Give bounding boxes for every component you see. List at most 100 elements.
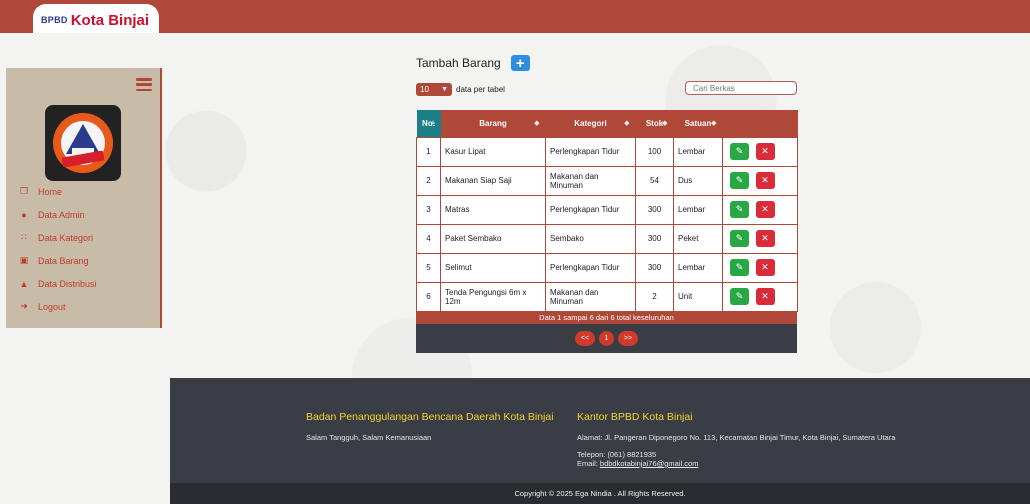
copyright: Copyright © 2025 Ega Nindia . All Rights…	[170, 483, 1030, 504]
sidebar: ❒ Home ● Data Admin ∷ Data Kategori ▣ Da…	[6, 68, 162, 328]
user-tie-icon: ▲	[19, 278, 29, 289]
cell-delete: ✕	[754, 194, 798, 225]
table-row: 6 Tenda Pengungsi 6m x 12m Makanan dan M…	[416, 281, 798, 312]
cell-barang: Matras	[440, 194, 546, 225]
edit-icon: ✎	[735, 291, 744, 301]
cell-no: 4	[416, 223, 441, 254]
close-icon: ✕	[761, 233, 769, 243]
sidebar-item-logout[interactable]: ➜ Logout	[6, 295, 162, 318]
pagination: << 1 >>	[416, 323, 797, 353]
cell-barang: Makanan Siap Saji	[440, 165, 546, 196]
column-header-stok[interactable]: Stok ◆	[635, 110, 674, 137]
edit-icon: ✎	[735, 204, 744, 214]
sidebar-item-label: Data Admin	[38, 209, 85, 220]
brand-logo[interactable]: BPBD Kota Binjai	[33, 4, 160, 33]
cell-edit: ✎	[722, 165, 755, 196]
delete-button[interactable]: ✕	[755, 201, 775, 218]
sidebar-item-home[interactable]: ❒ Home	[6, 180, 162, 203]
cell-edit: ✎	[722, 194, 755, 225]
table-row: 3 Matras Perlengkapan Tidur 300 Lembar ✎…	[416, 194, 798, 225]
delete-button[interactable]: ✕	[755, 172, 775, 189]
sidebar-nav: ❒ Home ● Data Admin ∷ Data Kategori ▣ Da…	[6, 180, 162, 318]
cell-edit: ✎	[722, 223, 755, 254]
footer-office-title: Kantor BPBD Kota Binjai	[577, 411, 693, 423]
cell-delete: ✕	[754, 281, 798, 312]
perpage-label: data per tabel	[456, 85, 505, 94]
cell-kategori: Perlengkapan Tidur	[545, 194, 636, 225]
users-icon: ∷	[21, 232, 27, 242]
cell-satuan: Lembar	[673, 194, 723, 225]
cell-no: 3	[416, 194, 441, 225]
cell-no: 6	[416, 281, 441, 312]
edit-icon: ✎	[735, 146, 744, 156]
column-header-kategori[interactable]: Kategori ◆	[545, 110, 636, 137]
delete-button[interactable]: ✕	[755, 288, 775, 305]
sidebar-item-data-admin[interactable]: ● Data Admin	[6, 203, 162, 226]
cell-barang: Tenda Pengungsi 6m x 12m	[440, 281, 546, 312]
sidebar-item-label: Home	[38, 186, 63, 197]
brand-prefix: BPBD	[41, 15, 68, 25]
perpage-select[interactable]: 10 ▼	[416, 83, 452, 96]
cell-delete: ✕	[754, 136, 798, 167]
plus-icon: +	[515, 54, 525, 72]
next-page-button[interactable]: >>	[618, 330, 638, 346]
footer-email-link[interactable]: bdbdkotabinjai76@gmail.com	[600, 459, 699, 468]
cell-kategori: Perlengkapan Tidur	[545, 136, 636, 167]
edit-button[interactable]: ✎	[730, 259, 749, 276]
edit-button[interactable]: ✎	[730, 143, 749, 160]
sidebar-item-data-distribusi[interactable]: ▲ Data Distribusi	[6, 272, 162, 295]
cell-delete: ✕	[754, 223, 798, 254]
cell-delete: ✕	[754, 252, 798, 283]
edit-button[interactable]: ✎	[730, 172, 749, 189]
hamburger-menu-icon[interactable]	[136, 78, 152, 91]
search-input[interactable]	[685, 81, 797, 95]
footer-email-label: Email:	[577, 459, 600, 468]
home-icon: ❒	[19, 186, 29, 196]
sidebar-item-data-kategori[interactable]: ∷ Data Kategori	[6, 226, 162, 249]
perpage-control: 10 ▼ data per tabel	[416, 83, 505, 96]
brand-name: Kota Binjai	[70, 11, 150, 29]
delete-button[interactable]: ✕	[755, 259, 775, 276]
data-table: No. ▲ Barang ◆ Kategori ◆ Stok ◆ Satuan ◆	[416, 110, 798, 353]
cell-stok: 100	[635, 136, 674, 167]
cell-satuan: Unit	[673, 281, 723, 312]
column-header-satuan[interactable]: Satuan ◆	[673, 110, 723, 137]
footer-slogan: Salam Tangguh, Salam Kemanusiaan	[306, 433, 432, 442]
prev-page-button[interactable]: <<	[575, 330, 595, 346]
cell-barang: Paket Sembako	[440, 223, 546, 254]
edit-icon: ✎	[735, 262, 744, 272]
cell-delete: ✕	[754, 165, 798, 196]
cell-barang: Selimut	[440, 252, 546, 283]
page-1-button[interactable]: 1	[599, 330, 614, 346]
cell-edit: ✎	[722, 136, 755, 167]
edit-button[interactable]: ✎	[730, 201, 749, 218]
cell-stok: 300	[635, 194, 674, 225]
chevron-down-icon: ▼	[441, 86, 448, 93]
sort-icon: ◆	[662, 120, 668, 127]
cell-kategori: Perlengkapan Tidur	[545, 252, 636, 283]
page-title-row: Tambah Barang +	[416, 55, 530, 71]
add-item-button[interactable]: +	[510, 54, 530, 72]
cell-barang: Kasur Lipat	[440, 136, 546, 167]
edit-button[interactable]: ✎	[730, 288, 749, 305]
close-icon: ✕	[761, 262, 769, 272]
column-header-barang[interactable]: Barang ◆	[440, 110, 546, 137]
column-header-no[interactable]: No. ▲	[416, 110, 441, 137]
footer-phone: Telepon: (061) 8821935	[577, 450, 657, 459]
cell-stok: 300	[635, 252, 674, 283]
cell-satuan: Lembar	[673, 136, 723, 167]
sidebar-item-data-barang[interactable]: ▣ Data Barang	[6, 249, 162, 272]
delete-button[interactable]: ✕	[755, 230, 775, 247]
close-icon: ✕	[761, 146, 769, 156]
table-row: 1 Kasur Lipat Perlengkapan Tidur 100 Lem…	[416, 136, 798, 167]
footer-address: Alamat: Jl. Pangeran Diponegoro No. 113,…	[577, 433, 896, 442]
sort-icon: ◆	[624, 120, 630, 127]
cell-satuan: Dus	[673, 165, 723, 196]
cell-kategori: Sembako	[545, 223, 636, 254]
sign-out-icon: ➜	[20, 301, 28, 311]
laptop-icon: ▣	[19, 255, 29, 265]
delete-button[interactable]: ✕	[755, 143, 775, 160]
edit-button[interactable]: ✎	[730, 230, 749, 247]
footer: Badan Penanggulangan Bencana Daerah Kota…	[170, 378, 1030, 483]
table-row: 5 Selimut Perlengkapan Tidur 300 Lembar …	[416, 252, 798, 283]
